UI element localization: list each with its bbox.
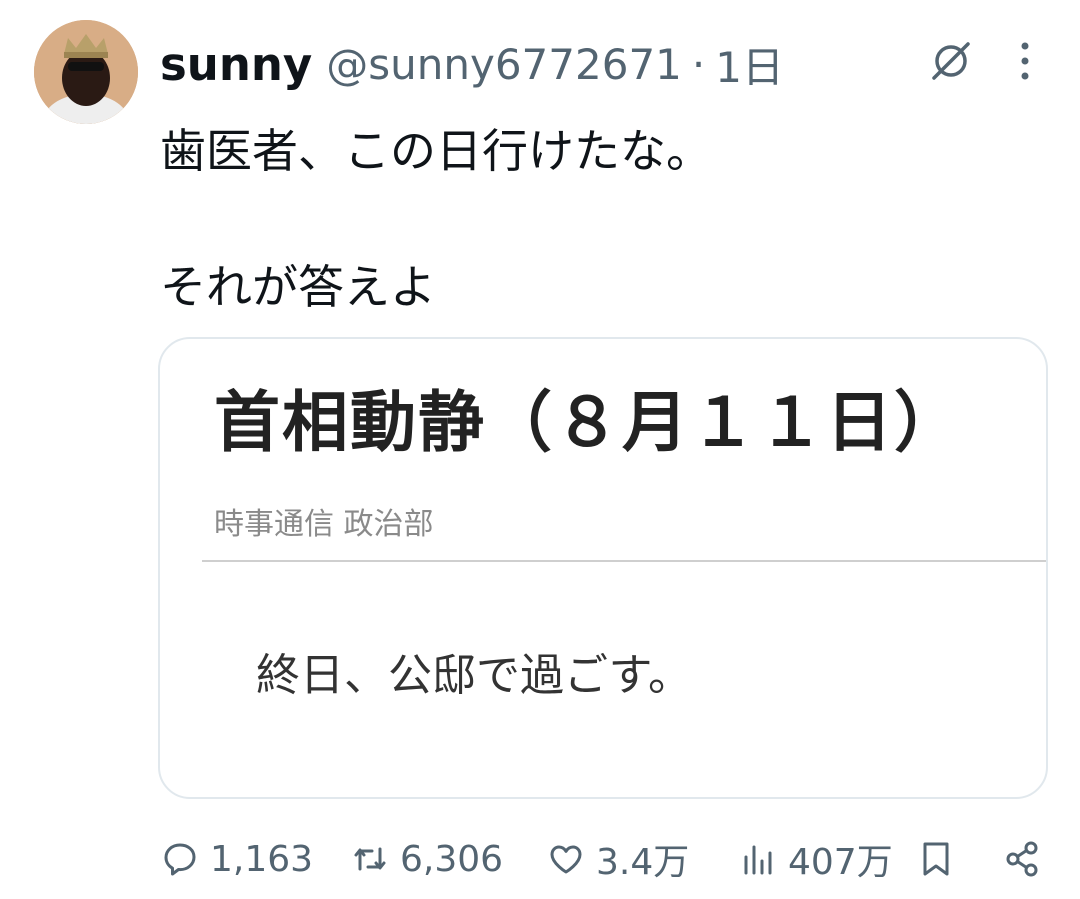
retweet-count: 6,306 (400, 838, 504, 880)
image-title: 首相動静（８月１１日） (214, 384, 962, 461)
reply-icon (164, 843, 196, 876)
tweet-header: sunny @sunny6772671 · 1日 (160, 34, 784, 94)
views-chart-icon (744, 845, 772, 875)
post-time[interactable]: 1日 (715, 34, 784, 95)
more-vertical-icon[interactable] (1010, 38, 1040, 84)
grok-icon[interactable] (928, 38, 974, 84)
action-bar: 1,163 6,306 3.4万 407万 (160, 834, 1050, 884)
reply-count: 1,163 (210, 838, 314, 880)
tweet: sunny @sunny6772671 · 1日 歯医者、この日行けたな。 それ… (0, 0, 1080, 899)
user-handle[interactable]: @sunny6772671 (326, 40, 682, 89)
views-button[interactable]: 407万 (738, 834, 893, 884)
image-byline: 時事通信 政治部 (214, 507, 434, 542)
share-button[interactable] (1002, 834, 1052, 884)
tweet-text-line2: それが答えよ (160, 260, 436, 314)
bookmark-button[interactable] (916, 834, 966, 884)
avatar[interactable] (34, 20, 138, 124)
separator-dot: · (691, 39, 706, 89)
heart-icon (550, 845, 582, 874)
avatar-image (34, 20, 138, 124)
display-name[interactable]: sunny (160, 38, 312, 91)
bookmark-icon (923, 842, 949, 876)
reply-button[interactable]: 1,163 (160, 834, 313, 884)
tweet-text: 歯医者、この日行けたな。 それが答えよ (160, 118, 712, 320)
retweet-icon (354, 847, 386, 871)
image-divider (202, 560, 1046, 562)
attached-image[interactable]: 首相動静（８月１１日） 時事通信 政治部 終日、公邸で過ごす。 (158, 337, 1048, 799)
share-icon (1006, 841, 1038, 877)
views-count: 407万 (788, 842, 893, 883)
like-button[interactable]: 3.4万 (546, 834, 689, 884)
like-count: 3.4万 (596, 842, 690, 883)
image-body-text: 終日、公邸で過ごす。 (256, 650, 693, 701)
retweet-button[interactable]: 6,306 (350, 834, 503, 884)
tweet-text-line1: 歯医者、この日行けたな。 (160, 124, 712, 178)
